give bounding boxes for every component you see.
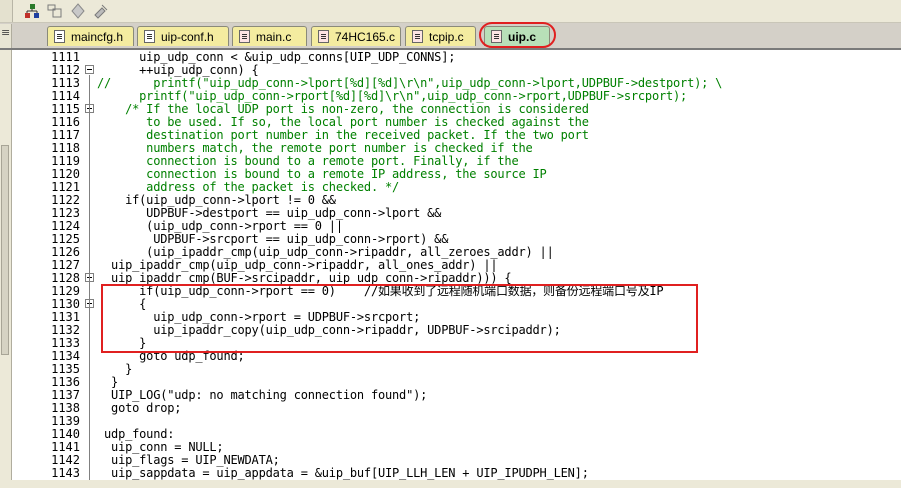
vertical-scrollbar[interactable]: [0, 50, 12, 488]
fold-guide-line: [89, 309, 90, 343]
fold-toggle-icon[interactable]: [85, 65, 94, 74]
split-window-button[interactable]: [0, 24, 12, 48]
code-line[interactable]: 1138 goto drop;: [12, 402, 901, 415]
horizontal-scrollbar[interactable]: [0, 480, 901, 488]
project-tree-icon[interactable]: [24, 3, 40, 19]
header-file-icon: [54, 30, 65, 43]
code-text: uip_sappdata = uip_appdata = &uip_buf[UI…: [97, 466, 589, 480]
tab-main-c[interactable]: main.c: [232, 26, 307, 46]
tab-label: main.c: [256, 30, 292, 44]
line-number: 1143: [51, 466, 80, 480]
tab-label: tcpip.c: [429, 30, 464, 44]
code-editor[interactable]: 1111 uip_udp_conn < &uip_udp_conns[UIP_U…: [12, 51, 901, 488]
tab-uip-conf-h[interactable]: uip-conf.h: [137, 26, 229, 46]
tab-label: maincfg.h: [71, 30, 124, 44]
active-tab-highlight-circle: [479, 22, 556, 48]
tab-label: 74HC165.c: [335, 30, 396, 44]
toolbar-grip: [0, 0, 13, 22]
c-file-icon: [412, 30, 423, 43]
header-file-icon: [144, 30, 155, 43]
tab-label: uip-conf.h: [161, 30, 214, 44]
c-file-icon: [318, 30, 329, 43]
code-text: goto drop;: [97, 401, 182, 415]
window-layout-icon[interactable]: [47, 3, 63, 19]
code-line[interactable]: 1143 uip_sappdata = uip_appdata = &uip_b…: [12, 467, 901, 480]
tools-icon[interactable]: [93, 3, 109, 19]
file-tab-bar: maincfg.h uip-conf.h main.c 74HC165.c tc…: [0, 23, 901, 50]
scrollbar-thumb[interactable]: [1, 145, 9, 355]
diamond-icon[interactable]: [70, 3, 86, 19]
toolbar: [0, 0, 901, 23]
c-file-icon: [239, 30, 250, 43]
tab-tcpip-c[interactable]: tcpip.c: [405, 26, 476, 46]
code-highlight-box: [101, 284, 698, 353]
code-line[interactable]: 1135 }: [12, 363, 901, 376]
tab-74hc165-c[interactable]: 74HC165.c: [311, 26, 401, 46]
fold-guide-line: [89, 114, 90, 187]
tab-maincfg-h[interactable]: maincfg.h: [47, 26, 134, 46]
